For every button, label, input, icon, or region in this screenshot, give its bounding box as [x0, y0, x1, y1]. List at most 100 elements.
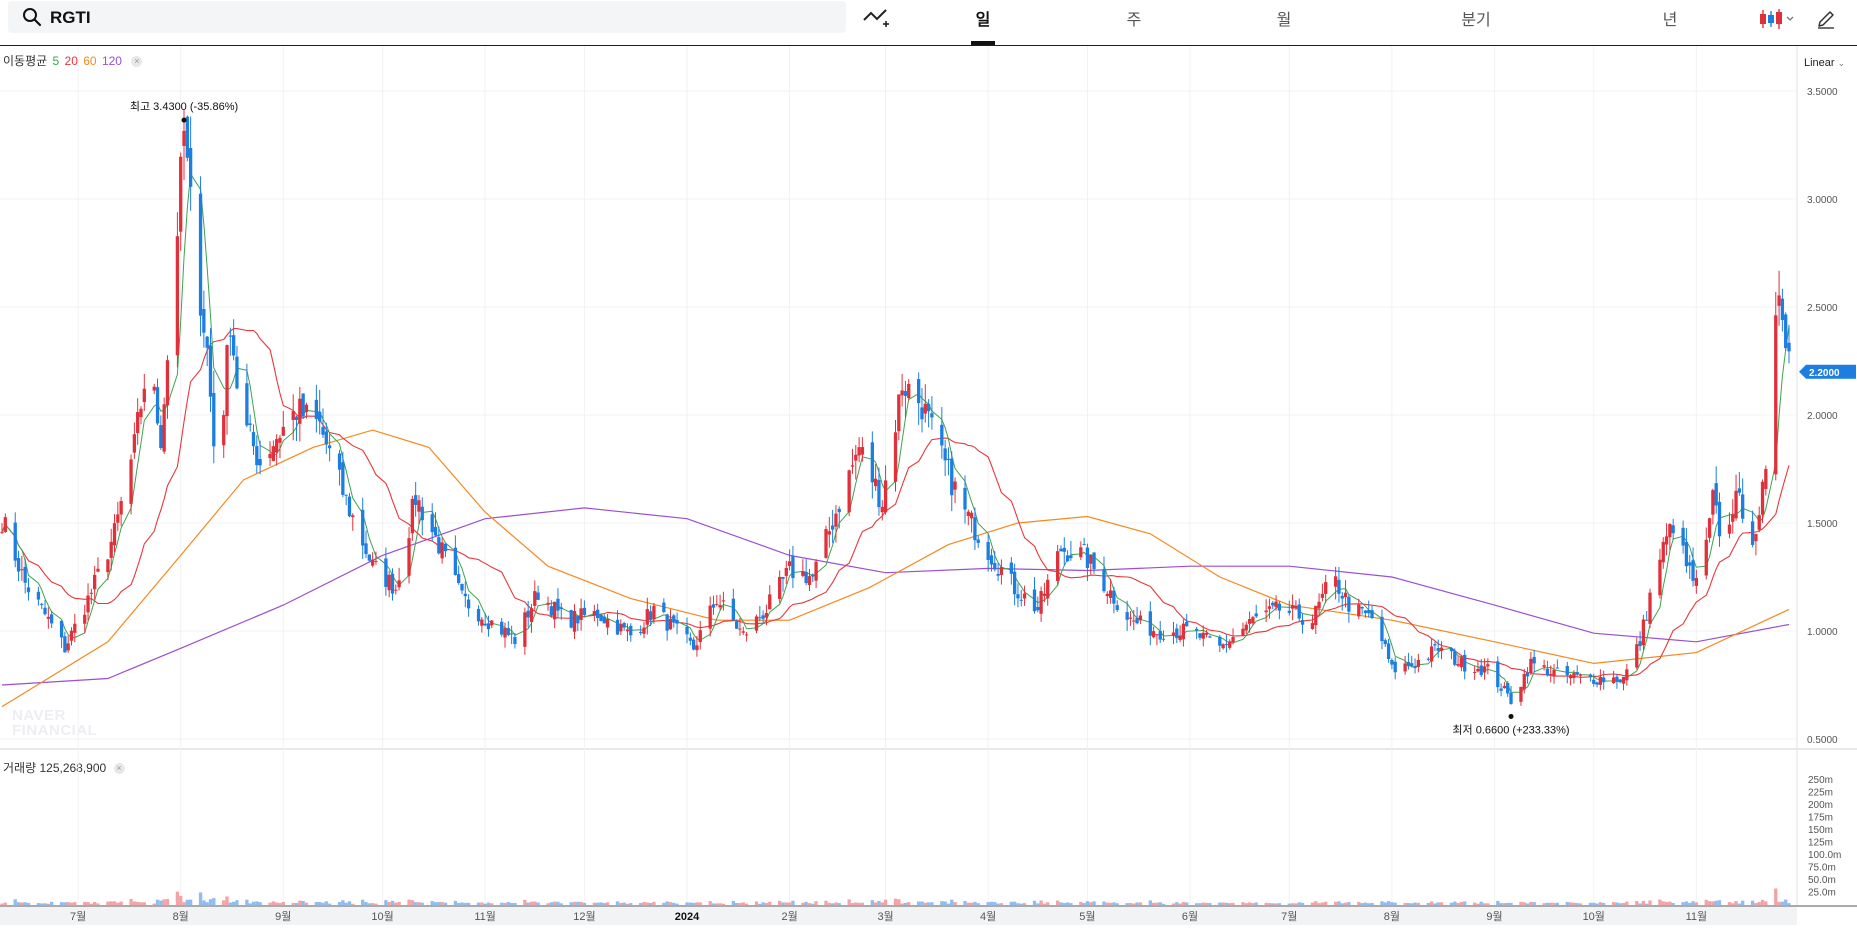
candle-body [139, 408, 143, 418]
volume-bar [1641, 900, 1646, 905]
candle-body [1271, 602, 1275, 606]
volume-bar [179, 895, 183, 905]
candle-body [1022, 593, 1027, 599]
candle-body [1502, 685, 1507, 689]
price-tick-label: 1.5000 [1807, 519, 1838, 530]
candle-body [1760, 481, 1765, 515]
candle-body [1648, 592, 1652, 624]
volume-bar [291, 903, 295, 905]
candle-body [1059, 548, 1063, 552]
candle-body [1664, 536, 1669, 545]
volume-bar [599, 902, 603, 905]
volume-bar [880, 902, 884, 905]
candle-body [1671, 525, 1675, 534]
volume-bar [1158, 902, 1162, 905]
volume-bar [1092, 901, 1096, 905]
volume-bar [1367, 903, 1371, 905]
time-axis-label: 7월 [1281, 910, 1297, 923]
volume-bar [622, 902, 626, 905]
volume-bar [1691, 901, 1695, 905]
volume-bar [556, 901, 560, 905]
candle-body [361, 509, 365, 546]
candle-body [688, 637, 692, 641]
volume-bar [337, 901, 342, 905]
volume-bar [1529, 901, 1533, 905]
candle-body [549, 606, 553, 616]
candle-body [1635, 644, 1639, 668]
volume-bar [966, 902, 970, 905]
candle-body [648, 611, 653, 621]
candle-body [1456, 664, 1460, 666]
volume-bar [1271, 903, 1275, 905]
volume-bar [1333, 901, 1338, 905]
volume-bar [1105, 902, 1109, 905]
candle-body [165, 360, 170, 406]
volume-bar [394, 902, 398, 905]
candle-body [1496, 661, 1500, 688]
volume-bar [1247, 902, 1252, 905]
candle-body [483, 623, 487, 626]
candle-body [1784, 314, 1788, 349]
candle-body [73, 623, 77, 633]
volume-bar [711, 903, 716, 905]
candle-body [1714, 483, 1718, 506]
volume-bar [672, 902, 676, 905]
volume-bar [791, 900, 795, 905]
time-axis-label: 6월 [1182, 910, 1198, 923]
volume-bar [1393, 902, 1397, 905]
volume-bar [741, 902, 745, 905]
time-axis-label: 9월 [275, 910, 291, 923]
volume-bar [258, 902, 262, 905]
candle-body [582, 607, 587, 616]
candle-body [1228, 641, 1232, 648]
candle-body [347, 496, 352, 517]
volume-bar [1774, 888, 1778, 905]
candle-body [1089, 555, 1093, 564]
candle-body [529, 608, 534, 623]
volume-bar [1784, 899, 1788, 905]
volume-bar [602, 903, 606, 905]
volume-bar [364, 901, 368, 905]
candle-body [1244, 624, 1248, 631]
candle-body [731, 598, 736, 621]
volume-bar [1482, 903, 1487, 905]
candle-body [248, 423, 252, 425]
volume-bar [744, 903, 749, 905]
candle-body [1486, 664, 1490, 667]
candle-body [1370, 610, 1374, 619]
candle-body [999, 566, 1004, 575]
volume-bar [1370, 902, 1374, 905]
price-tick-label: 2.0000 [1807, 411, 1838, 422]
candle-body [758, 617, 762, 619]
volume-bar [1125, 903, 1129, 905]
candle-body [457, 574, 461, 583]
volume-bar [764, 903, 769, 905]
candle-body [460, 584, 464, 591]
volume-bar [645, 902, 649, 905]
candle-body [1343, 592, 1348, 598]
candle-body [202, 309, 206, 333]
volume-bar [784, 902, 788, 905]
candle-body [1611, 677, 1616, 684]
volume-bar [43, 903, 47, 905]
volume-bar [592, 902, 597, 905]
candle-body [735, 621, 739, 629]
candle-body [1416, 659, 1421, 667]
stock-chart[interactable]: 3.5000 3.0000 2.5000 2.0000 1.5000 1.0000 0.50… [0, 0, 1857, 928]
candle-body [1247, 619, 1252, 624]
candle-body [1320, 593, 1325, 598]
volume-bar [509, 902, 514, 905]
candle-body [1704, 539, 1708, 576]
candle-body [1568, 675, 1573, 679]
candle-body [142, 388, 146, 403]
volume-bar [457, 903, 461, 905]
candle-body [83, 614, 87, 624]
volume-bar [907, 902, 911, 905]
candle-body [602, 616, 606, 624]
candle-body [1436, 648, 1440, 651]
volume-bar [347, 901, 352, 905]
volume-bar [1039, 900, 1043, 905]
candle-body [1347, 596, 1351, 612]
candle-body [754, 616, 759, 631]
volume-bar [854, 902, 858, 905]
